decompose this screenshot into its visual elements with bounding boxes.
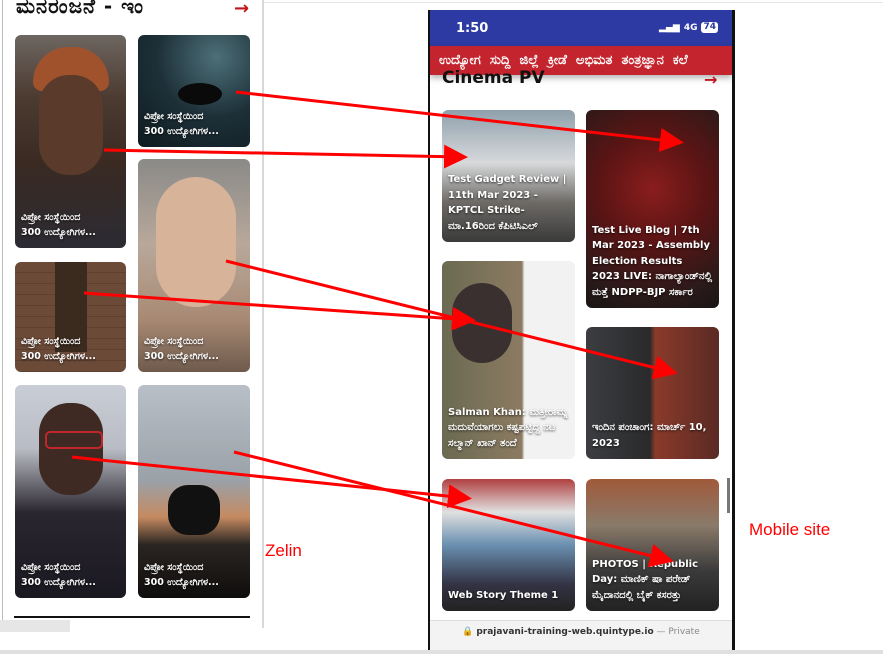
story-card[interactable]: Web Story Theme 1 bbox=[442, 479, 575, 611]
footer-tab bbox=[0, 620, 70, 632]
card-caption: 300 ಉದ್ಯೋಗಿಗಳ... bbox=[144, 577, 219, 588]
url-separator: — bbox=[653, 627, 669, 637]
face-shape bbox=[39, 403, 103, 495]
nav-item[interactable]: ಉದ್ಯೋಗ bbox=[439, 53, 481, 68]
mobile-screenshot: 1:50 ▂▄▆ 4G 74 ಉದ್ಯೋಗ ಸುದ್ದಿ ಜಿಲ್ಲೆ ಕ್ರೀ… bbox=[428, 10, 735, 654]
story-card[interactable]: ಇಂದಿನ ಪಂಚಾಂಗ: ಮಾರ್ಚ್ 10, 2023 bbox=[586, 327, 719, 459]
section-title: Cinema PV bbox=[442, 68, 545, 88]
nav-item[interactable]: ತಂತ್ರಜ್ಞಾನ bbox=[621, 53, 663, 68]
story-card[interactable]: ವಿಪ್ರೋ ಸಂಸ್ಥೆಯಿಂದ 300 ಉದ್ಯೋಗಿಗಳ... bbox=[15, 35, 126, 248]
card-caption: ವಿಪ್ರೋ ಸಂಸ್ಥೆಯಿಂದ bbox=[144, 562, 204, 573]
card-caption: 300 ಉದ್ಯೋಗಿಗಳ... bbox=[144, 351, 219, 362]
bottom-divider bbox=[0, 650, 883, 654]
story-card[interactable]: ವಿಪ್ರೋ ಸಂಸ್ಥೆಯಿಂದ 300 ಉದ್ಯೋಗಿಗಳ... bbox=[138, 385, 250, 598]
story-card[interactable]: ವಿಪ್ರೋ ಸಂಸ್ಥೆಯಿಂದ 300 ಉದ್ಯೋಗಿಗಳ... bbox=[15, 385, 126, 598]
mobile-site-label: Mobile site bbox=[749, 520, 831, 539]
card-caption: ವಿಪ್ರೋ ಸಂಸ್ಥೆಯಿಂದ bbox=[144, 111, 204, 122]
story-card[interactable]: ವಿಪ್ರೋ ಸಂಸ್ಥೆಯಿಂದ 300 ಉದ್ಯೋಗಿಗಳ... bbox=[15, 262, 126, 372]
status-bar: 1:50 ▂▄▆ 4G 74 bbox=[430, 10, 732, 46]
story-card[interactable]: Salman Khan: ಮತ್ತೀರಾಮ್ನ ಮದುವೆಯಾಗಲು ಕಷ್ಟಪ… bbox=[442, 261, 575, 459]
card-caption: Salman Khan: ಮತ್ತೀರಾಮ್ನ ಮದುವೆಯಾಗಲು ಕಷ್ಟಪ… bbox=[448, 406, 568, 449]
card-caption: PHOTOS | Republic Day: ಮಾಣಿಕ್ ಷಾ ಪರೇಡ್ ಮ… bbox=[592, 558, 699, 601]
motorcycle-silhouette bbox=[168, 485, 220, 535]
face-shape bbox=[156, 177, 236, 307]
card-caption: 300 ಉದ್ಯೋಗಿಗಳ... bbox=[21, 227, 96, 238]
rock-silhouette bbox=[178, 83, 222, 105]
card-caption: Test Live Blog | 7th Mar 2023 - Assembly… bbox=[592, 224, 713, 298]
url-text: prajavani-training-web.quintype.io bbox=[476, 627, 654, 637]
divider bbox=[14, 616, 250, 618]
card-caption: Test Gadget Review | 11th Mar 2023 - KPT… bbox=[448, 174, 567, 232]
zelin-panel: ಮನರಂಜನೆ - ಇಂ → ವಿಪ್ರೋ ಸಂಸ್ಥೆಯಿಂದ 300 ಉದ್ಯ… bbox=[0, 0, 264, 628]
story-card[interactable]: ವಿಪ್ರೋ ಸಂಸ್ಥೆಯಿಂದ 300 ಉದ್ಯೋಗಿಗಳ... bbox=[138, 35, 250, 147]
story-card[interactable]: PHOTOS | Republic Day: ಮಾಣಿಕ್ ಷಾ ಪರೇಡ್ ಮ… bbox=[586, 479, 719, 611]
story-card[interactable]: Test Live Blog | 7th Mar 2023 - Assembly… bbox=[586, 110, 719, 308]
story-card[interactable]: Test Gadget Review | 11th Mar 2023 - KPT… bbox=[442, 110, 575, 242]
nav-item[interactable]: ಅಭಿಮತ bbox=[576, 53, 613, 68]
nav-item[interactable]: ಕ್ರೀಡೆ bbox=[548, 53, 567, 68]
lock-icon: 🔒 bbox=[462, 627, 474, 637]
face-shape bbox=[39, 75, 103, 175]
battery-icon: 74 bbox=[701, 22, 718, 33]
nav-item[interactable]: ಕಲೆ bbox=[673, 53, 688, 68]
card-caption: ವಿಪ್ರೋ ಸಂಸ್ಥೆಯಿಂದ bbox=[144, 336, 204, 347]
panel-edge bbox=[2, 0, 3, 620]
card-caption: ವಿಪ್ರೋ ಸಂಸ್ಥೆಯಿಂದ bbox=[21, 562, 81, 573]
story-card[interactable]: ವಿಪ್ರೋ ಸಂಸ್ಥೆಯಿಂದ 300 ಉದ್ಯೋಗಿಗಳ... bbox=[138, 159, 250, 372]
signal-icon: ▂▄▆ bbox=[659, 22, 680, 33]
card-caption: 300 ಉದ್ಯೋಗಿಗಳ... bbox=[21, 351, 96, 362]
section-title: ಮನರಂಜನೆ - ಇಂ bbox=[16, 0, 145, 18]
cat-shape bbox=[452, 283, 512, 363]
private-mode-label: Private bbox=[668, 627, 700, 637]
card-caption: ವಿಪ್ರೋ ಸಂಸ್ಥೆಯಿಂದ bbox=[21, 336, 81, 347]
card-caption: ಇಂದಿನ ಪಂಚಾಂಗ: ಮಾರ್ಚ್ 10, 2023 bbox=[592, 422, 707, 449]
card-caption: ವಿಪ್ರೋ ಸಂಸ್ಥೆಯಿಂದ bbox=[21, 212, 81, 223]
view-all-arrow-icon[interactable]: → bbox=[704, 70, 717, 89]
scrollbar[interactable] bbox=[727, 478, 730, 513]
browser-url-bar[interactable]: 🔒 prajavani-training-web.quintype.io — P… bbox=[430, 620, 732, 654]
view-all-arrow-icon[interactable]: → bbox=[234, 0, 249, 19]
network-type: 4G bbox=[683, 22, 698, 33]
card-caption: Web Story Theme 1 bbox=[448, 589, 559, 601]
glasses-shape bbox=[45, 431, 103, 449]
card-caption: 300 ಉದ್ಯೋಗಿಗಳ... bbox=[144, 126, 219, 137]
zelin-label: Zelin bbox=[265, 541, 302, 560]
nav-item[interactable]: ಸುದ್ದಿ bbox=[490, 53, 511, 68]
nav-item[interactable]: ಜಿಲ್ಲೆ bbox=[519, 53, 538, 68]
status-time: 1:50 bbox=[456, 21, 489, 36]
card-caption: 300 ಉದ್ಯೋಗಿಗಳ... bbox=[21, 577, 96, 588]
